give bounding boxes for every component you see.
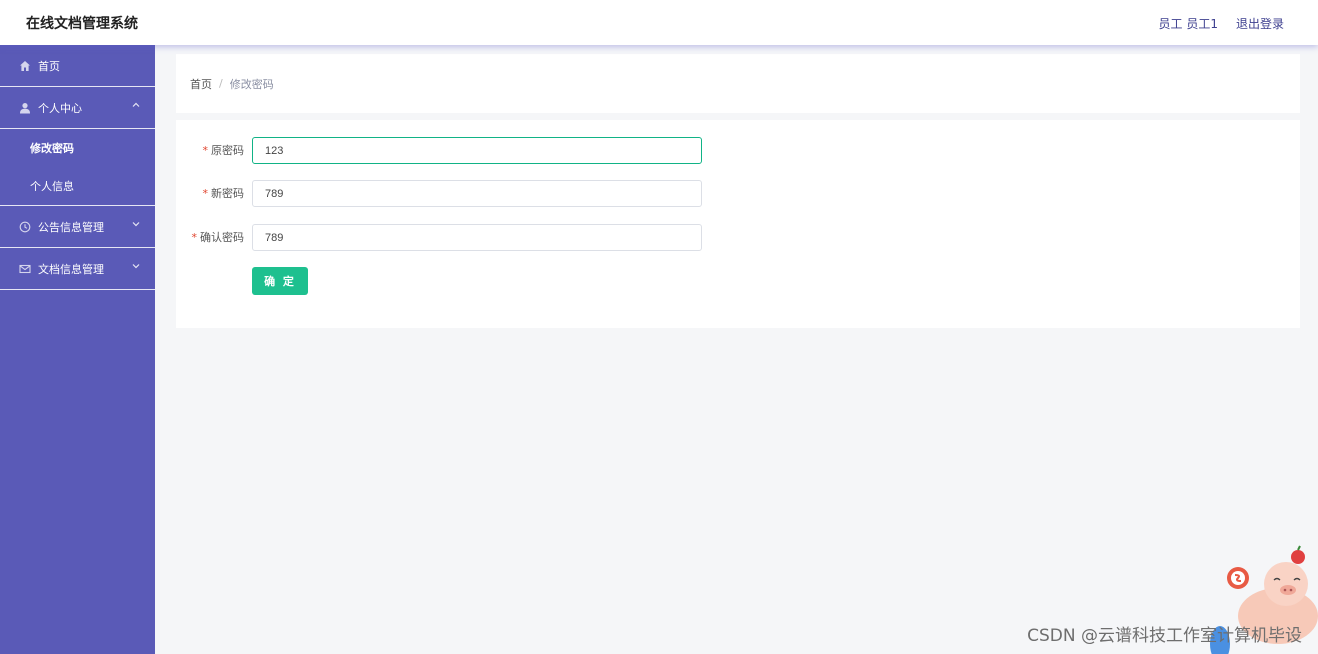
confirm-password-row: * 确认密码 [176,224,736,251]
breadcrumb-current: 修改密码 [229,77,274,91]
chevron-up-icon [131,100,141,110]
app-title: 在线文档管理系统 [26,16,138,32]
mail-icon [18,262,32,276]
sidebar-item-notice-management[interactable]: 公告信息管理 [0,206,155,248]
chevron-down-icon [131,261,141,271]
clock-icon [18,220,32,234]
sidebar-item-label: 首页 [38,59,60,73]
required-mark: * [202,144,209,157]
sidebar-item-label: 修改密码 [30,142,74,155]
sidebar-item-label: 公告信息管理 [38,220,104,234]
sidebar: 首页 个人中心 修改密码 个人信息 公告信息管理 文档信息管理 [0,45,155,654]
required-mark: * [202,187,209,200]
confirm-password-input[interactable] [252,224,702,251]
top-header: 在线文档管理系统 员工 员工1 退出登录 [0,0,1318,45]
watermark: CSDN @云谱科技工作室计算机毕设 [1027,626,1302,646]
old-password-row: * 原密码 [176,137,736,164]
old-password-label-text: 原密码 [211,144,244,157]
sidebar-item-label: 个人信息 [30,180,74,193]
required-mark: * [191,231,198,244]
sidebar-item-document-management[interactable]: 文档信息管理 [0,248,155,290]
old-password-input[interactable] [252,137,702,164]
user-name-link[interactable]: 员工 员工1 [1159,15,1218,32]
confirm-button[interactable]: 确 定 [252,267,308,295]
change-password-form: *原密码 *新密码 *确认密码 确 定 [176,120,1300,328]
breadcrumb-home[interactable]: 首页 [190,76,212,92]
confirm-password-label-text: 确认密码 [200,231,244,244]
new-password-input[interactable] [252,180,702,207]
new-password-row: * 新密码 [176,180,736,207]
chevron-down-icon [131,219,141,229]
confirm-password-label: * 确认密码 [176,224,245,251]
sidebar-item-label: 个人中心 [38,101,82,115]
sidebar-item-home[interactable]: 首页 [0,45,155,87]
old-password-label: * 原密码 [176,137,245,164]
home-icon [18,59,32,73]
sidebar-item-personal-center[interactable]: 个人中心 [0,87,155,129]
new-password-label-text: 新密码 [211,187,244,200]
new-password-label: * 新密码 [176,180,245,207]
logout-link[interactable]: 退出登录 [1236,15,1284,32]
sidebar-item-change-password[interactable]: 修改密码 [0,129,155,167]
sidebar-submenu-personal-center: 修改密码 个人信息 [0,129,155,206]
header-user-area: 员工 员工1 退出登录 [1159,15,1284,32]
breadcrumb: 首页 / 修改密码 [176,54,1300,113]
sidebar-item-label: 文档信息管理 [38,262,104,276]
user-icon [18,101,32,115]
breadcrumb-separator: / [219,77,223,90]
sidebar-item-personal-info[interactable]: 个人信息 [0,167,155,205]
